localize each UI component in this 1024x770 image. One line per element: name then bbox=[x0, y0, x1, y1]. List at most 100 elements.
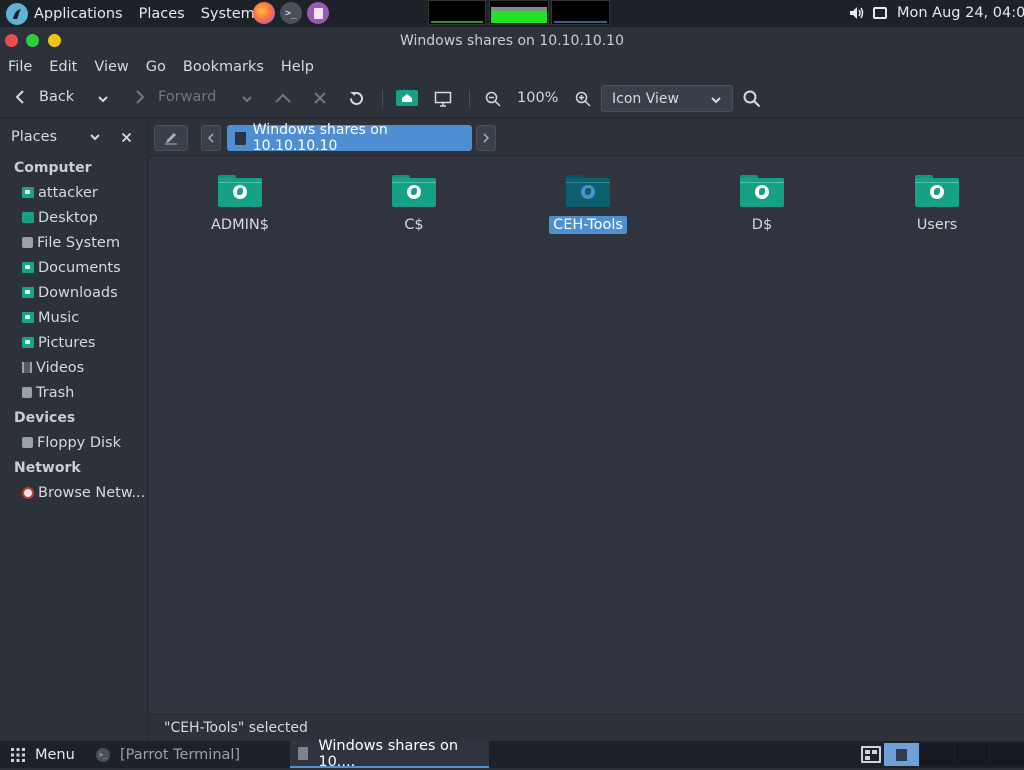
minimize-window-button[interactable] bbox=[26, 34, 39, 47]
workspace-2[interactable] bbox=[920, 743, 954, 766]
zoom-level[interactable]: 100% bbox=[517, 90, 558, 106]
show-desktop-icon[interactable] bbox=[861, 746, 881, 763]
breadcrumb-scroll-right-button[interactable] bbox=[476, 125, 496, 151]
workspace-1[interactable] bbox=[884, 743, 919, 766]
parrot-logo-icon[interactable] bbox=[6, 2, 28, 25]
sidebar-item-pictures[interactable]: Pictures bbox=[0, 330, 147, 355]
menu-edit[interactable]: Edit bbox=[49, 59, 77, 75]
bottom-panel: Menu >_ [Parrot Terminal] Windows shares… bbox=[0, 738, 1024, 770]
sidebar-item-downloads[interactable]: Downloads bbox=[0, 280, 147, 305]
system-menu[interactable]: System bbox=[201, 6, 255, 22]
window-title: Windows shares on 10.10.10.10 bbox=[400, 32, 624, 49]
sidebar-item-documents[interactable]: Documents bbox=[0, 255, 147, 280]
maximize-window-button[interactable] bbox=[48, 34, 61, 47]
network-folder-icon bbox=[392, 175, 436, 207]
search-icon bbox=[743, 90, 761, 108]
network-share-icon bbox=[235, 131, 246, 145]
workspace-4[interactable] bbox=[990, 743, 1024, 766]
film-strip-icon bbox=[22, 362, 32, 373]
volume-icon[interactable] bbox=[849, 6, 864, 20]
zoom-out-button[interactable] bbox=[485, 91, 501, 111]
sidebar-item-floppy-disk[interactable]: Floppy Disk bbox=[0, 430, 147, 455]
zoom-in-button[interactable] bbox=[575, 91, 591, 111]
breadcrumb-scroll-left-button[interactable] bbox=[201, 125, 221, 151]
toolbar: Back Forward 100% Icon View bbox=[0, 80, 1024, 118]
toolbar-separator bbox=[382, 90, 383, 108]
cpu-monitor-graph bbox=[428, 0, 486, 25]
back-history-dropdown-icon[interactable] bbox=[97, 92, 109, 108]
sidebar-item-music[interactable]: Music bbox=[0, 305, 147, 330]
text-editor-icon[interactable] bbox=[307, 2, 329, 24]
file-view[interactable]: ADMIN$ C$ CEH-Tools D$ Users bbox=[149, 157, 1024, 743]
menu-help[interactable]: Help bbox=[281, 59, 314, 75]
close-icon[interactable] bbox=[121, 132, 132, 143]
home-button[interactable] bbox=[396, 90, 418, 106]
sidebar-section-devices: Devices bbox=[14, 409, 76, 426]
sidebar-item-file-system[interactable]: File System bbox=[0, 230, 147, 255]
taskbar-item-file-manager[interactable]: Windows shares on 10.... bbox=[290, 738, 489, 770]
forward-history-dropdown-icon[interactable] bbox=[241, 92, 253, 108]
share-item-selected[interactable]: CEH-Tools bbox=[533, 175, 643, 234]
view-mode-select[interactable]: Icon View bbox=[601, 85, 733, 112]
share-item[interactable]: Users bbox=[882, 175, 992, 234]
trash-icon bbox=[22, 387, 32, 398]
search-button[interactable] bbox=[743, 90, 761, 112]
toolbar-separator bbox=[469, 90, 470, 108]
places-menu[interactable]: Places bbox=[139, 6, 185, 22]
taskbar-item-terminal[interactable]: >_ [Parrot Terminal] bbox=[96, 741, 240, 768]
window-titlebar[interactable]: Windows shares on 10.10.10.10 bbox=[0, 27, 1024, 54]
share-item[interactable]: C$ bbox=[359, 175, 469, 234]
menu-view[interactable]: View bbox=[94, 59, 128, 75]
chevron-down-icon bbox=[711, 97, 721, 104]
sidebar-item-desktop[interactable]: Desktop bbox=[0, 205, 147, 230]
memory-monitor-graph bbox=[489, 0, 549, 25]
applications-menu[interactable]: Applications bbox=[34, 6, 123, 22]
back-button[interactable]: Back bbox=[14, 89, 74, 105]
share-label: Users bbox=[916, 217, 958, 233]
sidebar-item-attacker[interactable]: attacker bbox=[0, 180, 147, 205]
breadcrumb-current[interactable]: Windows shares on 10.10.10.10 bbox=[227, 122, 472, 154]
status-bar: "CEH-Tools" selected bbox=[149, 714, 1024, 741]
sidebar-pane-selector[interactable]: Places bbox=[11, 129, 57, 145]
desktop-folder-icon bbox=[22, 212, 34, 223]
sidebar-header: Places bbox=[0, 119, 147, 155]
sidebar-section-network: Network bbox=[14, 459, 81, 476]
forward-button[interactable]: Forward bbox=[134, 89, 216, 105]
reload-button[interactable] bbox=[348, 90, 365, 111]
zoom-out-icon bbox=[485, 91, 501, 107]
display-icon[interactable] bbox=[873, 7, 887, 19]
pencil-icon bbox=[165, 133, 177, 145]
pictures-folder-icon bbox=[22, 337, 34, 348]
drive-icon bbox=[22, 237, 33, 248]
sidebar-item-videos[interactable]: Videos bbox=[0, 355, 147, 380]
clock[interactable]: Mon Aug 24, 04:01 bbox=[897, 5, 1024, 21]
sidebar-item-browse-network[interactable]: Browse Netw... bbox=[0, 480, 147, 505]
share-label: ADMIN$ bbox=[211, 217, 269, 233]
network-folder-icon bbox=[218, 175, 262, 207]
home-folder-icon bbox=[22, 187, 34, 198]
network-folder-icon bbox=[740, 175, 784, 207]
firefox-icon[interactable] bbox=[253, 2, 275, 24]
menu-bookmarks[interactable]: Bookmarks bbox=[183, 59, 264, 75]
home-folder-icon bbox=[396, 90, 418, 106]
share-item[interactable]: ADMIN$ bbox=[185, 175, 295, 234]
share-item[interactable]: D$ bbox=[707, 175, 817, 234]
workspace-3[interactable] bbox=[955, 743, 989, 766]
menu-bar: File Edit View Go Bookmarks Help bbox=[0, 54, 1024, 80]
chevron-left-icon bbox=[207, 133, 214, 143]
stop-button[interactable] bbox=[313, 91, 327, 109]
menu-file[interactable]: File bbox=[8, 59, 32, 75]
computer-button[interactable] bbox=[434, 91, 452, 111]
toggle-location-entry-button[interactable] bbox=[154, 125, 188, 151]
terminal-icon[interactable]: >_ bbox=[280, 2, 302, 24]
sidebar: Places Computer attacker Desktop File Sy… bbox=[0, 119, 148, 741]
chevron-down-icon[interactable] bbox=[89, 132, 101, 142]
top-panel: Applications Places System >_ Mon Aug 24… bbox=[0, 0, 1024, 27]
sidebar-item-trash[interactable]: Trash bbox=[0, 380, 147, 405]
menu-go[interactable]: Go bbox=[146, 59, 166, 75]
network-folder-icon bbox=[566, 175, 610, 207]
up-button[interactable] bbox=[274, 92, 292, 108]
menu-button[interactable]: Menu bbox=[10, 741, 75, 768]
close-window-button[interactable] bbox=[5, 34, 18, 47]
music-folder-icon bbox=[22, 312, 34, 323]
